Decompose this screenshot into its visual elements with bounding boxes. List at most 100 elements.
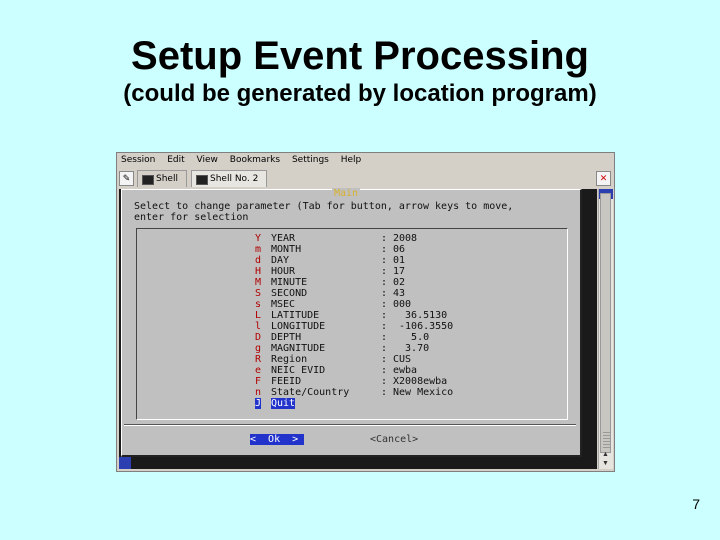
hotkey: l: [255, 321, 262, 332]
param-value: 01: [393, 255, 406, 266]
menu-session[interactable]: Session: [121, 155, 155, 165]
colon: :: [381, 343, 388, 354]
list-item[interactable]: L LATITUDE: 36.5130: [137, 310, 565, 321]
list-item[interactable]: Y YEAR:2008: [137, 233, 565, 244]
param-name: State/Country: [271, 387, 350, 398]
cancel-button[interactable]: <Cancel>: [370, 434, 418, 445]
param-name: FEEID: [271, 376, 302, 387]
hotkey: J: [255, 398, 262, 409]
colon: :: [381, 365, 388, 376]
param-name: DAY: [271, 255, 290, 266]
divider: [124, 424, 576, 426]
list-item[interactable]: e NEIC EVID: ewba: [137, 365, 565, 376]
hotkey: Y: [255, 233, 262, 244]
list-item[interactable]: S SECOND:43: [137, 288, 565, 299]
list-item[interactable]: s MSEC:000: [137, 299, 565, 310]
scroll-up-icon[interactable]: ▲: [600, 451, 611, 459]
dialog-title: Main: [332, 188, 361, 199]
hotkey: M: [255, 277, 262, 288]
scrollbar-thumb[interactable]: [600, 193, 611, 453]
param-value: X2008ewba: [393, 376, 448, 387]
new-tab-icon[interactable]: ✎: [119, 171, 134, 186]
hotkey: d: [255, 255, 262, 266]
list-item[interactable]: D DEPTH: 5.0: [137, 332, 565, 343]
colon: :: [381, 376, 388, 387]
list-item[interactable]: g MAGNITUDE: 3.70: [137, 343, 565, 354]
param-name: Quit: [271, 398, 296, 409]
hotkey: n: [255, 387, 262, 398]
list-item[interactable]: F FEEID: X2008ewba: [137, 376, 565, 387]
param-value: CUS: [393, 354, 412, 365]
param-value: 02: [393, 277, 406, 288]
menu-help[interactable]: Help: [341, 155, 362, 165]
hotkey: L: [255, 310, 262, 321]
hotkey: e: [255, 365, 262, 376]
param-name: DEPTH: [271, 332, 302, 343]
hotkey: H: [255, 266, 262, 277]
param-value: 000: [393, 299, 412, 310]
param-value: 3.70: [393, 343, 430, 354]
colon: :: [381, 299, 388, 310]
ok-button[interactable]: < Ok >: [250, 434, 304, 445]
terminal-icon: [196, 175, 208, 185]
hotkey: m: [255, 244, 262, 255]
scrollbar[interactable]: ▲ ▼: [598, 189, 613, 469]
page-number: 7: [692, 496, 700, 512]
colon: :: [381, 332, 388, 343]
colon: :: [381, 266, 388, 277]
close-tab-icon[interactable]: ✕: [596, 171, 611, 186]
param-name: NEIC EVID: [271, 365, 326, 376]
param-value: 2008: [393, 233, 418, 244]
param-name: HOUR: [271, 266, 296, 277]
hotkey: S: [255, 288, 262, 299]
tab-shell-2[interactable]: Shell No. 2: [191, 170, 268, 187]
param-name: YEAR: [271, 233, 296, 244]
param-value: 06: [393, 244, 406, 255]
param-name: Region: [271, 354, 308, 365]
list-item-quit[interactable]: J Quit: [137, 398, 565, 409]
colon: :: [381, 321, 388, 332]
menu-view[interactable]: View: [197, 155, 218, 165]
menu-edit[interactable]: Edit: [167, 155, 184, 165]
param-value: 17: [393, 266, 406, 277]
param-value: ewba: [393, 365, 418, 376]
list-item[interactable]: d DAY:01: [137, 255, 565, 266]
instructions-line-2: enter for selection: [134, 212, 249, 223]
hotkey: D: [255, 332, 262, 343]
dialog-instructions: Select to change parameter (Tab for butt…: [134, 201, 513, 223]
tab-shell[interactable]: Shell: [137, 170, 187, 187]
tab-label: Shell: [156, 174, 178, 184]
param-value: 36.5130: [393, 310, 448, 321]
list-item[interactable]: l LONGITUDE: -106.3550: [137, 321, 565, 332]
colon: :: [381, 387, 388, 398]
cursor-block: [119, 457, 131, 469]
colon: :: [381, 354, 388, 365]
colon: :: [381, 244, 388, 255]
menu-bookmarks[interactable]: Bookmarks: [230, 155, 280, 165]
hotkey: g: [255, 343, 262, 354]
list-item[interactable]: R Region: CUS: [137, 354, 565, 365]
slide-subtitle: (could be generated by location program): [123, 80, 597, 107]
param-value: New Mexico: [393, 387, 454, 398]
colon: :: [381, 277, 388, 288]
menu-settings[interactable]: Settings: [292, 155, 329, 165]
menubar: Session Edit View Bookmarks Settings Hel…: [117, 153, 614, 167]
colon: :: [381, 233, 388, 244]
param-name: MAGNITUDE: [271, 343, 326, 354]
param-value: -106.3550: [393, 321, 454, 332]
param-name: LATITUDE: [271, 310, 320, 321]
parameter-list: Y YEAR:2008 m MONTH:06 d DAY:01 H HOUR:17 MM…: [136, 228, 568, 420]
param-name: MINUTE: [271, 277, 308, 288]
list-item[interactable]: n State/Country: New Mexico: [137, 387, 565, 398]
list-item[interactable]: m MONTH:06: [137, 244, 565, 255]
list-item[interactable]: M MINUTE:02: [137, 277, 565, 288]
hotkey: R: [255, 354, 262, 365]
scroll-down-icon[interactable]: ▼: [600, 460, 611, 468]
colon: :: [381, 288, 388, 299]
param-name: MSEC: [271, 299, 296, 310]
tab-label: Shell No. 2: [210, 174, 259, 184]
list-item[interactable]: H HOUR:17: [137, 266, 565, 277]
terminal-icon: [142, 175, 154, 185]
dialog-main: Main Select to change parameter (Tab for…: [121, 188, 582, 457]
terminal-area[interactable]: Main Select to change parameter (Tab for…: [119, 188, 597, 469]
